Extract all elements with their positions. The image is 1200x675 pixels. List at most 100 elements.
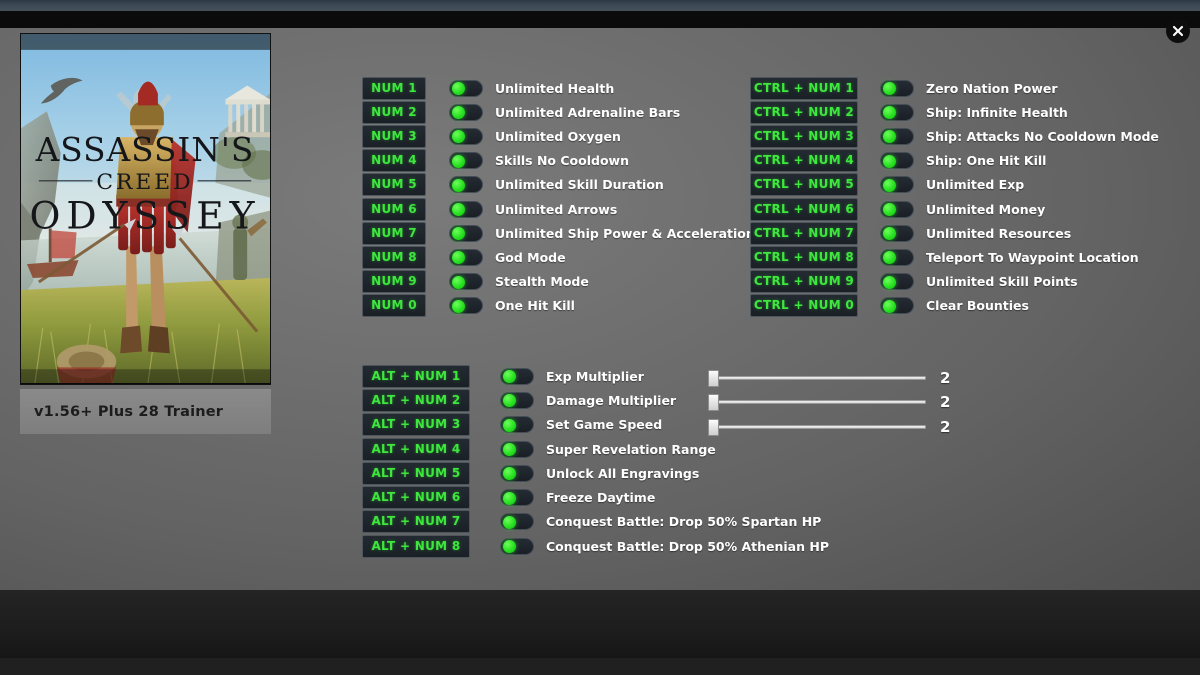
cheat-label: Unlimited Arrows xyxy=(495,201,618,217)
cheat-row: CTRL + NUM 6 Unlimited Money xyxy=(750,197,1159,221)
cheat-toggle[interactable] xyxy=(449,200,483,218)
hotkey-button[interactable]: CTRL + NUM 9 xyxy=(750,270,858,294)
value-slider[interactable] xyxy=(706,369,926,388)
toggle-knob xyxy=(502,370,516,384)
hotkey-button[interactable]: NUM 7 xyxy=(362,221,426,245)
cheat-toggle[interactable] xyxy=(500,537,534,555)
desktop-top-strip xyxy=(0,0,1200,11)
hotkey-button[interactable]: NUM 9 xyxy=(362,270,426,294)
toggle-knob xyxy=(451,227,465,241)
cheat-label: Ship: Infinite Health xyxy=(926,104,1068,120)
cheat-row: CTRL + NUM 4 Ship: One Hit Kill xyxy=(750,149,1159,173)
cheat-row: CTRL + NUM 7 Unlimited Resources xyxy=(750,221,1159,245)
hotkey-button[interactable]: CTRL + NUM 3 xyxy=(750,124,858,148)
cheat-label: Set Game Speed xyxy=(546,417,663,433)
hotkey-button[interactable]: CTRL + NUM 7 xyxy=(750,221,858,245)
toggle-knob xyxy=(882,275,896,289)
slider-track xyxy=(716,400,926,405)
hotkey-button[interactable]: NUM 0 xyxy=(362,294,426,318)
cheat-toggle[interactable] xyxy=(880,248,914,266)
value-slider[interactable] xyxy=(706,418,926,436)
cheat-column-num: NUM 1 Unlimited Health NUM 2 Unlimited Adre… xyxy=(362,76,755,318)
close-button[interactable] xyxy=(1166,19,1190,43)
hotkey-button[interactable]: NUM 2 xyxy=(362,100,426,124)
hotkey-button[interactable]: NUM 8 xyxy=(362,245,426,269)
cheat-toggle[interactable] xyxy=(449,297,483,315)
hotkey-button[interactable]: ALT + NUM 7 xyxy=(362,510,470,534)
toggle-knob xyxy=(451,203,465,217)
toggle-knob xyxy=(882,227,896,241)
cheat-toggle[interactable] xyxy=(449,248,483,266)
toggle-knob xyxy=(451,154,465,168)
cheat-label: Skills No Cooldown xyxy=(495,153,629,169)
hotkey-button[interactable]: CTRL + NUM 8 xyxy=(750,245,858,269)
slider-thumb[interactable] xyxy=(708,394,719,412)
cheat-toggle[interactable] xyxy=(500,464,534,482)
hotkey-button[interactable]: NUM 3 xyxy=(362,124,426,148)
cheat-toggle[interactable] xyxy=(880,297,914,315)
hotkey-button[interactable]: CTRL + NUM 2 xyxy=(750,100,858,124)
cheat-toggle[interactable] xyxy=(500,489,534,507)
cheat-label: Zero Nation Power xyxy=(926,80,1058,96)
cheat-toggle[interactable] xyxy=(880,103,914,121)
slider-track xyxy=(716,424,926,429)
cheat-toggle[interactable] xyxy=(449,273,483,291)
cheat-label: Teleport To Waypoint Location xyxy=(926,249,1139,265)
cheat-toggle[interactable] xyxy=(500,391,534,409)
cheat-toggle[interactable] xyxy=(500,367,534,385)
hotkey-button[interactable]: NUM 6 xyxy=(362,197,426,221)
cheat-toggle[interactable] xyxy=(449,224,483,242)
slider-value: 2 xyxy=(940,393,951,412)
cheat-label: Unlimited Ship Power & Acceleration xyxy=(495,225,755,241)
hotkey-button[interactable]: NUM 1 xyxy=(362,76,426,100)
cheat-toggle[interactable] xyxy=(449,103,483,121)
hotkey-button[interactable]: ALT + NUM 1 xyxy=(362,364,470,388)
cheat-toggle[interactable] xyxy=(880,79,914,97)
hotkey-button[interactable]: ALT + NUM 3 xyxy=(362,413,470,437)
cheat-toggle[interactable] xyxy=(880,127,914,145)
cheat-toggle[interactable] xyxy=(880,273,914,291)
hotkey-button[interactable]: CTRL + NUM 6 xyxy=(750,197,858,221)
cheat-toggle[interactable] xyxy=(449,152,483,170)
hotkey-button[interactable]: NUM 4 xyxy=(362,149,426,173)
desktop-bottom-strip xyxy=(0,658,1200,675)
slider-row: 2 xyxy=(706,366,954,390)
game-cover-art: ASSASSIN'S CREED ODYSSEY xyxy=(20,33,271,385)
toggle-knob xyxy=(882,154,896,168)
hotkey-button[interactable]: ALT + NUM 4 xyxy=(362,437,470,461)
trainer-bottom-area xyxy=(0,590,1200,658)
hotkey-button[interactable]: CTRL + NUM 0 xyxy=(750,294,858,318)
slider-row: 2 xyxy=(706,415,954,439)
hotkey-button[interactable]: ALT + NUM 6 xyxy=(362,486,470,510)
cheat-label: Clear Bounties xyxy=(926,298,1029,314)
toggle-knob xyxy=(451,106,465,120)
hotkey-button[interactable]: CTRL + NUM 1 xyxy=(750,76,858,100)
cheat-toggle[interactable] xyxy=(500,416,534,434)
hotkey-button[interactable]: CTRL + NUM 4 xyxy=(750,149,858,173)
cheat-label: Unlimited Exp xyxy=(926,177,1025,193)
cheat-toggle[interactable] xyxy=(880,200,914,218)
cheat-toggle[interactable] xyxy=(500,513,534,531)
cheat-toggle[interactable] xyxy=(880,176,914,194)
cheat-label: Unlimited Health xyxy=(495,80,615,96)
cheat-row: NUM 4 Skills No Cooldown xyxy=(362,149,755,173)
cheat-row: CTRL + NUM 5 Unlimited Exp xyxy=(750,173,1159,197)
hotkey-button[interactable]: NUM 5 xyxy=(362,173,426,197)
cheat-toggle[interactable] xyxy=(449,127,483,145)
cheat-toggle[interactable] xyxy=(449,176,483,194)
svg-text:ODYSSEY: ODYSSEY xyxy=(29,193,260,237)
hotkey-button[interactable]: CTRL + NUM 5 xyxy=(750,173,858,197)
hotkey-button[interactable]: ALT + NUM 5 xyxy=(362,461,470,485)
cheat-toggle[interactable] xyxy=(880,152,914,170)
slider-row: 2 xyxy=(706,390,954,414)
hotkey-button[interactable]: ALT + NUM 2 xyxy=(362,388,470,412)
cheat-column-ctrl: CTRL + NUM 1 Zero Nation Power CTRL + NUM … xyxy=(750,76,1159,318)
toggle-knob xyxy=(882,130,896,144)
slider-thumb[interactable] xyxy=(708,418,719,436)
cheat-toggle[interactable] xyxy=(500,440,534,458)
slider-thumb[interactable] xyxy=(708,370,719,388)
cheat-toggle[interactable] xyxy=(449,79,483,97)
cheat-toggle[interactable] xyxy=(880,224,914,242)
value-slider[interactable] xyxy=(706,393,926,412)
hotkey-button[interactable]: ALT + NUM 8 xyxy=(362,534,470,558)
